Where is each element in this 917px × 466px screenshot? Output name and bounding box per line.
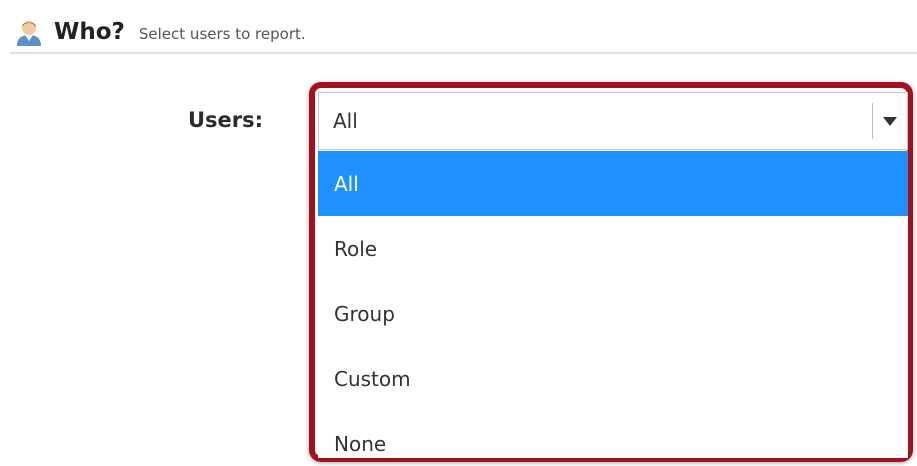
option-custom[interactable]: Custom	[318, 346, 908, 411]
users-dropdown-list: All Role Group Custom None	[318, 151, 908, 458]
section-title: Who?	[54, 19, 125, 45]
option-role[interactable]: Role	[318, 216, 908, 281]
report-who-section: Who? Select users to report. Users: All …	[0, 0, 917, 466]
option-all[interactable]: All	[318, 151, 908, 216]
option-none[interactable]: None	[318, 411, 908, 458]
users-select[interactable]: All	[318, 92, 908, 150]
section-subtitle: Select users to report.	[138, 25, 306, 43]
option-group[interactable]: Group	[318, 281, 908, 346]
triangle-down-icon[interactable]	[873, 92, 907, 150]
user-icon	[12, 15, 46, 49]
users-label: Users:	[188, 108, 264, 132]
users-select-value: All	[333, 109, 358, 133]
header-divider	[10, 52, 917, 54]
section-header: Who? Select users to report.	[12, 14, 306, 50]
